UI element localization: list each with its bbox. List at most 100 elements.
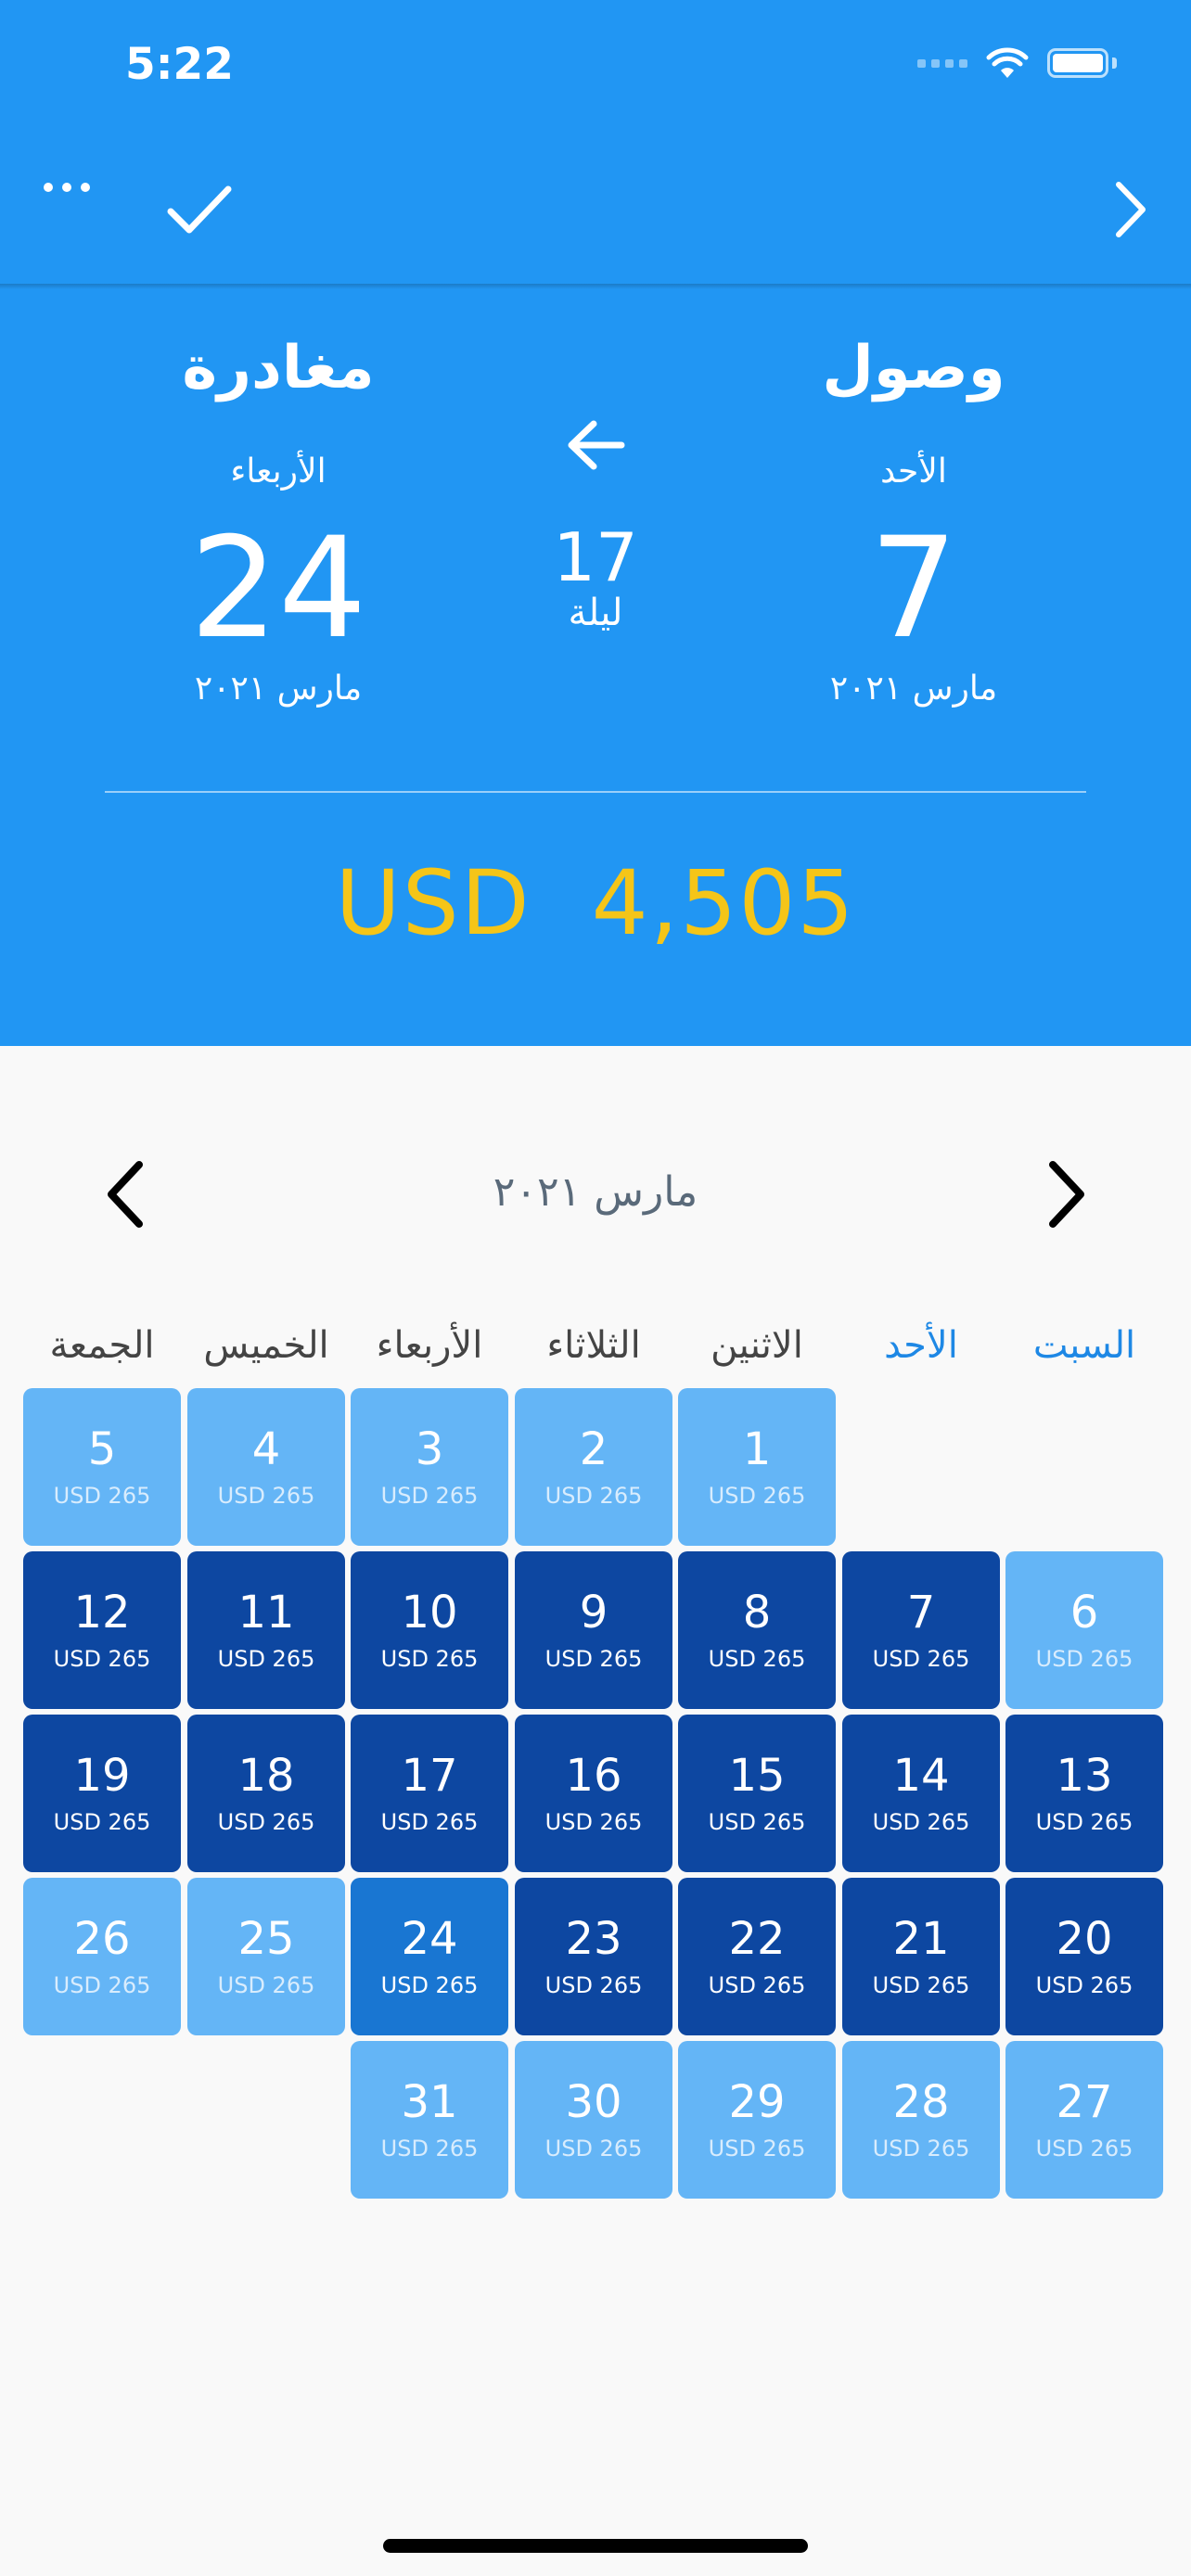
day-number: 23 [565,1912,622,1965]
day-number: 7 [906,1586,936,1639]
day-number: 24 [401,1912,458,1965]
day-price: USD 265 [1035,1972,1133,1999]
day-price: USD 265 [380,1972,479,1999]
calendar-day-cell[interactable]: 10 USD 265 [351,1551,508,1709]
departure-day: 24 [189,508,367,670]
home-indicator [383,2539,808,2553]
day-number: 14 [892,1749,950,1802]
calendar-day-cell[interactable]: 23 USD 265 [515,1878,672,2035]
calendar-day-cell[interactable]: 13 USD 265 [1005,1715,1163,1872]
status-time: 5:22 [125,39,234,90]
calendar-day-cell[interactable]: 20 USD 265 [1005,1878,1163,2035]
day-price: USD 265 [53,1646,151,1673]
calendar-day-cell[interactable]: 3 USD 265 [351,1388,508,1546]
day-price: USD 265 [217,1646,315,1673]
arrival-day: 7 [869,508,958,670]
weekday-header: الثلاثاء [546,1324,641,1367]
calendar-day-cell[interactable]: 12 USD 265 [23,1551,181,1709]
day-number: 20 [1056,1912,1113,1965]
checkmark-icon[interactable] [165,182,234,237]
calendar-day-cell[interactable]: 9 USD 265 [515,1551,672,1709]
day-number: 21 [892,1912,950,1965]
calendar-day-cell[interactable]: 7 USD 265 [842,1551,1000,1709]
day-price: USD 265 [544,1646,643,1673]
day-price: USD 265 [544,1483,643,1510]
day-price: USD 265 [53,1809,151,1836]
calendar-day-cell[interactable]: 30 USD 265 [515,2041,672,2199]
arrival-month-year: مارس ٢٠٢١ [829,670,998,708]
day-price: USD 265 [1035,1646,1133,1673]
day-price: USD 265 [544,2136,643,2162]
day-number: 10 [401,1586,458,1639]
month-title: مارس ٢٠٢١ [493,1168,698,1216]
calendar-day-cell[interactable]: 6 USD 265 [1005,1551,1163,1709]
weekday-header: الاثنين [711,1324,803,1367]
day-number: 31 [401,2075,458,2128]
calendar-day-cell[interactable]: 31 USD 265 [351,2041,508,2199]
day-number: 8 [742,1586,772,1639]
day-number: 28 [892,2075,950,2128]
day-price: USD 265 [1035,1809,1133,1836]
day-number: 9 [579,1586,608,1639]
app-bar [0,130,1191,287]
day-number: 2 [579,1422,608,1475]
calendar-day-cell[interactable]: 28 USD 265 [842,2041,1000,2199]
calendar-day-cell[interactable]: 27 USD 265 [1005,2041,1163,2199]
day-price: USD 265 [708,1809,806,1836]
calendar-day-cell[interactable]: 22 USD 265 [678,1878,836,2035]
weekday-header: الخميس [203,1324,329,1367]
calendar-day-cell[interactable]: 21 USD 265 [842,1878,1000,2035]
day-price: USD 265 [544,1809,643,1836]
day-number: 1 [742,1422,772,1475]
calendar-day-cell[interactable]: 24 USD 265 [351,1878,508,2035]
day-number: 30 [565,2075,622,2128]
day-number: 25 [237,1912,295,1965]
wifi-icon [986,47,1029,78]
calendar-day-cell[interactable]: 15 USD 265 [678,1715,836,1872]
divider [105,791,1086,793]
day-number: 22 [728,1912,786,1965]
calendar-day-cell[interactable]: 11 USD 265 [187,1551,345,1709]
nights-count: 17 [553,518,638,596]
chevron-right-icon[interactable] [1104,180,1156,239]
day-price: USD 265 [872,1972,970,1999]
weekday-header: السبت [1032,1324,1136,1367]
day-number: 16 [565,1749,622,1802]
day-price: USD 265 [544,1972,643,1999]
calendar-day-cell[interactable]: 17 USD 265 [351,1715,508,1872]
day-number: 19 [73,1749,131,1802]
day-number: 29 [728,2075,786,2128]
day-price: USD 265 [380,1809,479,1836]
calendar-day-cell[interactable]: 4 USD 265 [187,1388,345,1546]
day-price: USD 265 [217,1972,315,1999]
calendar-day-cell[interactable]: 25 USD 265 [187,1878,345,2035]
calendar-day-cell[interactable]: 2 USD 265 [515,1388,672,1546]
departure-month-year: مارس ٢٠٢١ [194,670,363,708]
day-number: 17 [401,1749,458,1802]
next-month-icon[interactable] [1034,1154,1099,1234]
day-price: USD 265 [380,1646,479,1673]
day-number: 12 [73,1586,131,1639]
calendar-day-cell[interactable]: 14 USD 265 [842,1715,1000,1872]
day-price: USD 265 [1035,2136,1133,2162]
battery-nub [1112,57,1117,69]
calendar-day-cell[interactable]: 19 USD 265 [23,1715,181,1872]
arrow-left-icon [562,417,629,473]
day-number: 13 [1056,1749,1113,1802]
more-dots-icon[interactable] [39,167,95,208]
day-price: USD 265 [53,1972,151,1999]
day-price: USD 265 [708,1646,806,1673]
calendar-day-cell[interactable]: 8 USD 265 [678,1551,836,1709]
weekday-header: الجمعة [49,1324,155,1367]
calendar-day-cell[interactable]: 26 USD 265 [23,1878,181,2035]
day-number: 27 [1056,2075,1113,2128]
day-number: 11 [237,1586,295,1639]
day-price: USD 265 [872,1646,970,1673]
calendar-day-cell[interactable]: 1 USD 265 [678,1388,836,1546]
calendar-day-cell[interactable]: 16 USD 265 [515,1715,672,1872]
calendar-day-cell[interactable]: 5 USD 265 [23,1388,181,1546]
calendar-day-cell[interactable]: 29 USD 265 [678,2041,836,2199]
day-price: USD 265 [872,2136,970,2162]
nights-label: ليلة [568,592,623,634]
calendar-day-cell[interactable]: 18 USD 265 [187,1715,345,1872]
